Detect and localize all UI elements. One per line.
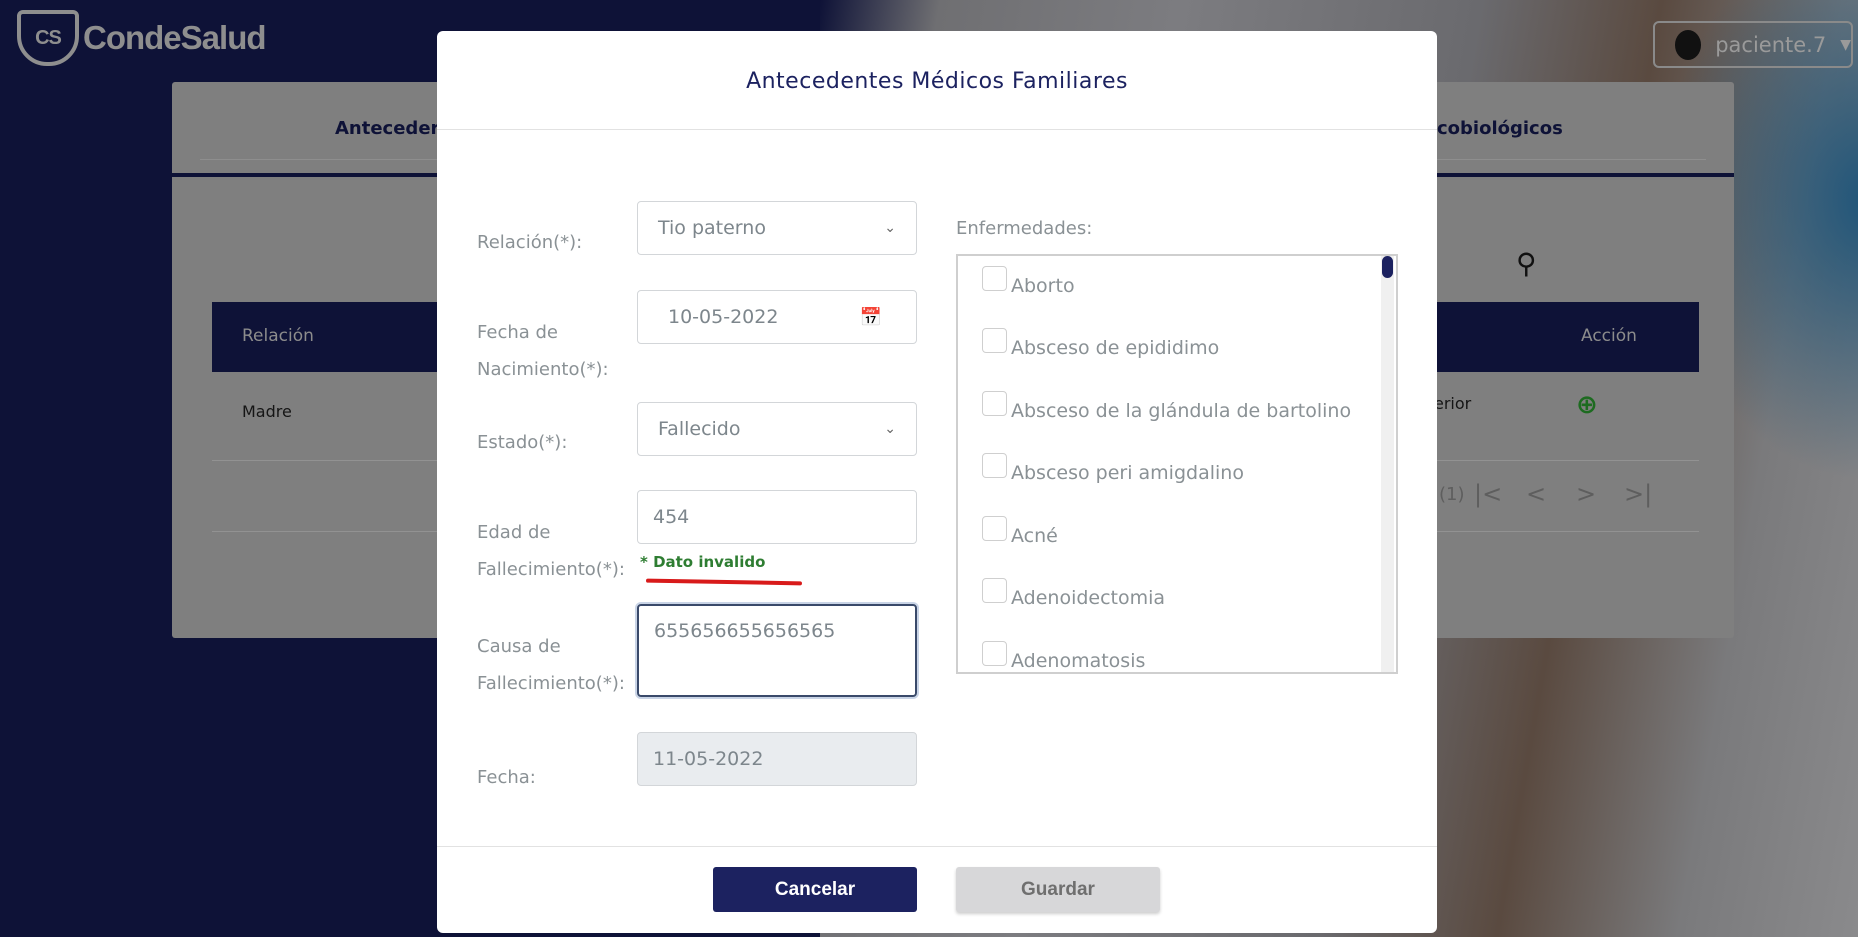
disease-label: Absceso de la glándula de bartolino	[1011, 400, 1352, 422]
causa-fallecimiento-textarea[interactable]: 655656655656565	[637, 604, 917, 697]
disease-label: Adenomatosis	[1011, 650, 1146, 672]
checkbox[interactable]	[982, 516, 1007, 541]
caret-down-icon: ▼	[1840, 36, 1851, 53]
edad-value: 454	[653, 506, 690, 528]
first-page-button[interactable]: |<	[1474, 480, 1502, 508]
user-menu-button[interactable]: paciente.7 ▼	[1653, 21, 1853, 68]
footer-divider	[437, 846, 1437, 847]
fecha-nacimiento-input[interactable]: 10-05-2022 📅	[637, 290, 917, 344]
checkbox[interactable]	[982, 453, 1007, 478]
label-fecha: Fecha:	[477, 767, 536, 788]
disease-label: Aborto	[1011, 275, 1075, 297]
brand-name: CondeSalud	[83, 19, 267, 56]
checkbox[interactable]	[982, 641, 1007, 666]
fecha-readonly-input: 11-05-2022	[637, 732, 917, 786]
zoom-in-icon[interactable]: ⊕	[1576, 390, 1598, 420]
disease-label: Adenoidectomia	[1011, 587, 1166, 609]
label-causa-2: Fallecimiento(*):	[477, 673, 625, 694]
label-edad-2: Fallecimiento(*):	[477, 559, 625, 580]
scrollbar[interactable]	[1381, 256, 1394, 672]
fecha-value: 11-05-2022	[653, 748, 764, 770]
logo: CS CondeSalud	[17, 10, 267, 66]
prev-page-button[interactable]: <	[1526, 480, 1546, 508]
relacion-select[interactable]: Tio paterno ⌄	[637, 201, 917, 255]
cancel-button[interactable]: Cancelar	[713, 867, 917, 912]
label-edad: Edad de Fallecimiento(*):	[477, 514, 625, 588]
estado-select[interactable]: Fallecido ⌄	[637, 402, 917, 456]
disease-item[interactable]: Absceso de la glándula de bartolino	[982, 391, 1351, 422]
relacion-value: Tio paterno	[658, 217, 766, 239]
disease-label: Absceso peri amigdalino	[1011, 462, 1244, 484]
label-edad-1: Edad de	[477, 522, 551, 543]
label-fecha-nac-1: Fecha de	[477, 322, 558, 343]
last-page-button[interactable]: >|	[1624, 480, 1652, 508]
logo-shield-icon: CS	[17, 10, 79, 66]
checkbox[interactable]	[982, 266, 1007, 291]
calendar-icon[interactable]: 📅	[860, 307, 882, 328]
label-relacion: Relación(*):	[477, 232, 583, 253]
chevron-down-icon: ⌄	[884, 220, 896, 236]
page-count: (1)	[1439, 484, 1465, 505]
cell-partial: erior	[1434, 394, 1472, 413]
col-relacion: Relación	[242, 326, 314, 346]
cell-relacion: Madre	[242, 402, 292, 421]
checkbox[interactable]	[982, 578, 1007, 603]
avatar-icon	[1675, 29, 1702, 60]
disease-label: Acné	[1011, 525, 1058, 547]
tab-psicobiologicos[interactable]: cobiológicos	[1437, 118, 1563, 139]
edad-fallecimiento-input[interactable]: 454	[637, 490, 917, 544]
label-estado: Estado(*):	[477, 432, 568, 453]
disease-item[interactable]: Aborto	[982, 266, 1075, 297]
disease-item[interactable]: Absceso peri amigdalino	[982, 453, 1244, 484]
disease-label: Absceso de epididimo	[1011, 337, 1220, 359]
causa-value: 655656655656565	[654, 620, 836, 642]
save-button[interactable]: Guardar	[956, 867, 1160, 912]
red-underline-annotation	[645, 578, 803, 586]
search-icon[interactable]: ⚲	[1516, 247, 1537, 280]
disease-item[interactable]: Adenomatosis	[982, 641, 1145, 672]
disease-item[interactable]: Adenoidectomia	[982, 578, 1165, 609]
label-fecha-nac-2: Nacimiento(*):	[477, 359, 609, 380]
modal-title: Antecedentes Médicos Familiares	[746, 69, 1128, 94]
enfermedades-list: Aborto Absceso de epididimo Absceso de l…	[956, 254, 1398, 674]
scrollbar-thumb[interactable]	[1382, 256, 1393, 278]
fecha-nac-value: 10-05-2022	[668, 306, 779, 328]
estado-value: Fallecido	[658, 418, 741, 440]
chevron-down-icon: ⌄	[884, 421, 896, 437]
modal-dialog: Antecedentes Médicos Familiares Relación…	[437, 31, 1437, 933]
error-message: * Dato invalido	[640, 553, 766, 571]
header-divider	[437, 129, 1437, 130]
next-page-button[interactable]: >	[1576, 480, 1596, 508]
disease-item[interactable]: Acné	[982, 516, 1058, 547]
tab-antecedentes[interactable]: Anteceder	[335, 118, 439, 139]
col-accion: Acción	[1581, 326, 1637, 346]
label-enfermedades: Enfermedades:	[956, 218, 1093, 239]
checkbox[interactable]	[982, 328, 1007, 353]
label-causa-1: Causa de	[477, 636, 561, 657]
checkbox[interactable]	[982, 391, 1007, 416]
label-causa: Causa de Fallecimiento(*):	[477, 628, 625, 702]
username: paciente.7	[1715, 32, 1827, 57]
label-fecha-nac: Fecha de Nacimiento(*):	[477, 314, 609, 388]
disease-item[interactable]: Absceso de epididimo	[982, 328, 1219, 359]
